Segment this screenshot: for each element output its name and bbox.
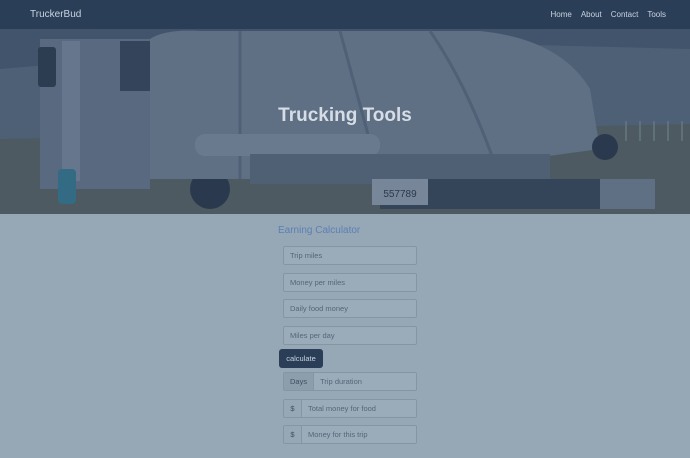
dollar-addon: $ xyxy=(284,400,302,417)
navbar: TruckerBud Home About Contact Tools xyxy=(0,0,690,29)
trip-money-group: $ xyxy=(283,425,417,444)
nav-links: Home About Contact Tools xyxy=(550,10,666,19)
nav-link-home[interactable]: Home xyxy=(550,10,571,19)
miles-per-day-input[interactable] xyxy=(283,326,417,345)
brand-logo[interactable]: TruckerBud xyxy=(30,9,81,20)
earning-calculator: Earning Calculator xyxy=(278,225,418,243)
days-addon: Days xyxy=(284,373,315,390)
trip-miles-input[interactable] xyxy=(283,246,417,265)
food-total-group: $ xyxy=(283,399,417,418)
trip-money-output[interactable] xyxy=(302,426,416,443)
nav-link-tools[interactable]: Tools xyxy=(647,10,666,19)
hero-banner: 557789 Trucking Tools xyxy=(0,29,690,214)
daily-food-money-input[interactable] xyxy=(283,299,417,318)
trip-duration-output[interactable] xyxy=(314,373,416,390)
trip-duration-group: Days xyxy=(283,372,417,391)
dollar-addon: $ xyxy=(284,426,302,443)
hero-title: Trucking Tools xyxy=(278,105,412,126)
money-per-mile-input[interactable] xyxy=(283,273,417,292)
calculator-title: Earning Calculator xyxy=(278,225,361,236)
calculate-button[interactable]: calculate xyxy=(279,349,323,368)
food-total-output[interactable] xyxy=(302,400,416,417)
nav-link-about[interactable]: About xyxy=(581,10,602,19)
nav-link-contact[interactable]: Contact xyxy=(611,10,639,19)
